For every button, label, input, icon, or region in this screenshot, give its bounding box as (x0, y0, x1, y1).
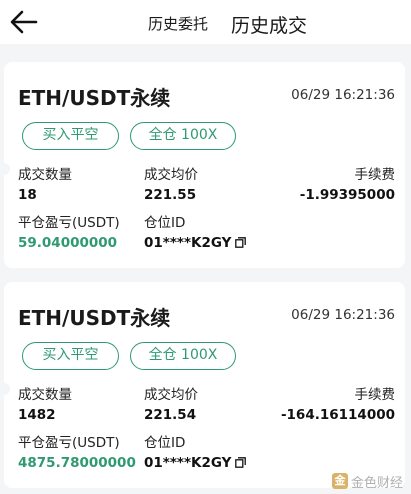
copy-icon[interactable] (235, 457, 247, 468)
price-label: 成交均价 (144, 387, 198, 403)
side-tag: 买入平空 (22, 342, 119, 370)
header-bar: 历史委托 历史成交 (0, 0, 411, 44)
margin-mode-tag: 全仓 100X (130, 342, 236, 370)
qty-label: 成交数量 (18, 167, 72, 183)
qty-label: 成交数量 (18, 387, 72, 403)
tab-order-history[interactable]: 历史委托 (148, 13, 208, 34)
watermark-logo: 金 (331, 473, 348, 489)
watermark: 金 金色财经 (331, 470, 403, 492)
position-id-value: 01****K2GY (144, 235, 232, 251)
contract-title: ETH/USDT永续 (18, 306, 171, 330)
trade-time: 06/29 16:21:36 (291, 87, 395, 103)
price-label: 成交均价 (144, 167, 198, 183)
fee-value: -164.16114000 (280, 407, 395, 423)
qty-value: 18 (18, 187, 37, 203)
position-id-label: 仓位ID (144, 215, 186, 231)
price-value: 221.54 (144, 407, 197, 423)
fee-label: 手续费 (354, 387, 396, 403)
position-id-row: 01****K2GY (144, 455, 247, 471)
pnl-label: 平仓盈亏(USDT) (18, 435, 120, 451)
price-value: 221.55 (144, 187, 197, 203)
trade-card: ETH/USDT永续 06/29 16:21:36 买入平空 全仓 100X 成… (4, 62, 405, 268)
fee-label: 手续费 (354, 167, 396, 183)
arrow-left-icon[interactable] (8, 8, 40, 36)
contract-title: ETH/USDT永续 (18, 86, 171, 110)
margin-mode-tag: 全仓 100X (130, 122, 236, 150)
card-notch (4, 383, 10, 395)
position-id-label: 仓位ID (144, 435, 186, 451)
qty-value: 1482 (18, 407, 56, 423)
pnl-label: 平仓盈亏(USDT) (18, 215, 120, 231)
watermark-text: 金色财经 (350, 475, 403, 491)
position-id-value: 01****K2GY (144, 455, 232, 471)
trade-time: 06/29 16:21:36 (291, 307, 395, 323)
tab-trade-history[interactable]: 历史成交 (231, 11, 307, 38)
position-id-row: 01****K2GY (144, 235, 247, 251)
card-notch (4, 163, 10, 175)
pnl-value: 4875.78000000 (18, 455, 136, 471)
trade-card: ETH/USDT永续 06/29 16:21:36 买入平空 全仓 100X 成… (4, 282, 405, 488)
copy-icon[interactable] (235, 237, 247, 248)
side-tag: 买入平空 (22, 122, 119, 150)
pnl-value: 59.04000000 (18, 235, 118, 251)
fee-value: -1.99395000 (299, 187, 395, 203)
